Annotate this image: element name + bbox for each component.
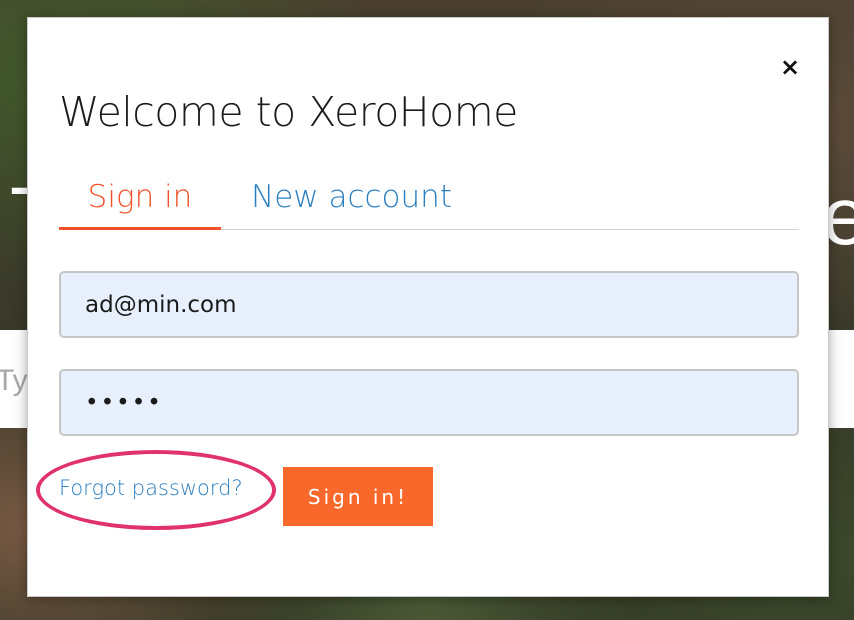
sign-in-button[interactable]: Sign in! <box>283 467 433 526</box>
background-search-placeholder: Ty <box>0 364 28 397</box>
tab-sign-in[interactable]: Sign in <box>59 175 221 230</box>
login-modal: × Welcome to XeroHome Sign in New accoun… <box>27 17 829 597</box>
modal-title: Welcome to XeroHome <box>59 88 518 136</box>
forgot-password-link[interactable]: Forgot password? <box>59 476 243 500</box>
email-field[interactable] <box>59 271 799 338</box>
auth-tabs: Sign in New account <box>59 175 799 230</box>
tab-new-account[interactable]: New account <box>251 175 452 230</box>
password-field[interactable] <box>59 369 799 436</box>
close-icon[interactable]: × <box>776 52 804 82</box>
